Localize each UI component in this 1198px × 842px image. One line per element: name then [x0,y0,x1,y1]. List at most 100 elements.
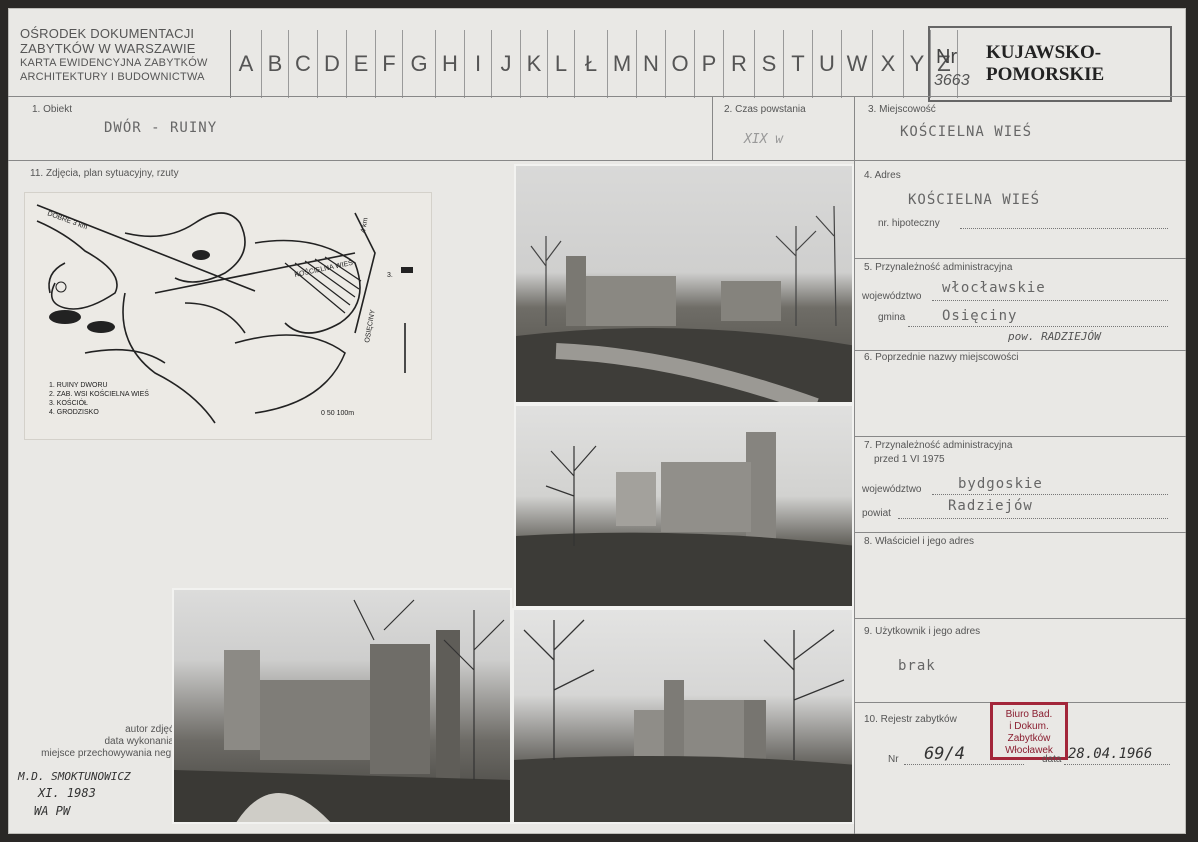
wojewodztwo-label: województwo [862,291,922,302]
rejestr-nr-line [904,764,1024,765]
photo-ruins-2 [514,404,854,608]
site-plan-drawing: DOBRE 3 km KOŚCIELNA WIEŚ OSIĘCINY 4 km … [36,204,413,424]
czas-label: 2. Czas powstania [724,104,806,115]
map-contour [184,302,246,334]
org-line: KARTA EWIDENCYJNA ZABYTKÓW [20,57,208,69]
hipoteczny-label: nr. hipoteczny [878,218,940,229]
poprzednie-label: 6. Poprzednie nazwy miejscowości [864,352,1019,363]
wlasciciel-label: 8. Właściciel i jego adres [864,536,975,547]
index-letter: I [465,30,492,98]
divider [854,436,1186,437]
index-letter: R [724,30,755,98]
photo-ruins-1-drawing [516,205,852,402]
nr-handwritten: 3663 [934,72,970,89]
index-letter: H [436,30,465,98]
map-legend-1: 1. RUINY DWORU [49,382,108,389]
map-contour [36,220,118,310]
index-letter: B [262,30,289,98]
map-mound [49,310,81,324]
adres-label: 4. Adres [864,170,901,181]
index-letter: J [492,30,521,98]
uzytkownik-value: brak [898,658,936,674]
obiekt-value: DWÓR - RUINY [104,120,218,136]
zdjecia-label: 11. Zdjęcia, plan sytuacyjny, rzuty [30,168,179,179]
przynaleznosc-label: 5. Przynależność administracyjna [864,262,1013,273]
divider [854,618,1186,619]
card-number-box: Nr 3663 KUJAWSKO- POMORSKIE [928,26,1172,102]
map-label-osieciny: OSIĘCINY [364,309,377,343]
rejestr-label: 10. Rejestr zabytków [864,714,957,725]
powiat-line [898,518,1168,519]
hipoteczny-line [960,228,1168,229]
stamp-line: Biuro Bad. [1005,709,1053,720]
index-letter: P [695,30,724,98]
institution-header: OŚRODEK DOKUMENTACJI ZABYTKÓW W WARSZAWI… [20,26,230,84]
przyn75-date: przed 1 VI 1975 [874,454,945,465]
rejestr-data-label: data [1042,754,1062,765]
author-name: M.D. SMOKTUNOWICZ [18,770,131,783]
map-contour [48,262,66,294]
index-letter: G [403,30,436,98]
photo-ruins-4 [512,608,854,824]
index-letter: C [289,30,318,98]
map-contour [234,334,346,414]
author-labels: autor zdjęć data wykonania miejsce przec… [34,724,174,760]
wojewodztwo-value: włocławskie [942,280,1046,296]
photo-ruins-3-drawing [174,599,510,822]
index-letter: X [873,30,904,98]
index-letter: M [608,30,637,98]
obiekt-label: 1. Obiekt [32,104,73,115]
author-date: XI. 1983 [38,786,96,800]
rejestr-data-line [1064,764,1170,765]
stamp-line: Zabytków [1007,733,1051,744]
office-stamp: Biuro Bad. i Dokum. Zabytków Włocławek [990,702,1068,760]
miejscowosc-value: KOŚCIELNA WIEŚ [900,124,1033,140]
przyn75-label: 7. Przynależność administracyjna [864,440,1013,451]
index-letter: A [231,30,262,98]
index-letter: Y [904,30,931,98]
index-letter: E [347,30,376,98]
index-letter: O [666,30,695,98]
index-letter: N [637,30,666,98]
photo-ruins-1 [514,164,854,404]
wojewodztwo75-value: bydgoskie [958,476,1043,492]
wojewodztwo-line [932,300,1168,301]
map-marker-3: 3. [387,272,393,279]
map-legend-2: 2. ZAB. WSI KOŚCIELNA WIEŚ [49,389,149,398]
author-label: miejsce przechowywania neg. [41,748,174,759]
divider [8,96,1186,97]
map-mound [87,321,115,333]
photo-ruins-4-drawing [514,619,852,822]
miejscowosc-label: 3. Miejscowość [868,104,936,115]
index-letter: U [813,30,842,98]
rejestr-nr-label: Nr [888,754,899,765]
divider [854,532,1186,533]
adres-value: KOŚCIELNA WIEŚ [908,192,1041,208]
photo-ruins-2-drawing [516,432,852,606]
map-label-km: 4 km [360,217,370,233]
gmina-value: Osięciny [942,308,1018,324]
uzytkownik-label: 9. Użytkownik i jego adres [864,626,981,637]
author-label: autor zdjęć [125,724,174,735]
index-letter: W [842,30,873,98]
index-letter: T [784,30,813,98]
alphabet-index: ABCDEFGHIJKLŁMNOPRSTUWXYZ [230,30,958,98]
wojewodztwo75-line [932,494,1168,495]
rejestr-nr-value: 69/4 [924,744,965,764]
rejestr-data-value: 28.04.1966 [1068,746,1153,762]
map-church-symbol [401,267,413,273]
index-letter: F [376,30,403,98]
gmina-line [908,326,1168,327]
index-letter: D [318,30,347,98]
photo-ruins-3 [172,588,512,824]
map-road [122,292,216,424]
map-contour [84,348,166,364]
map-mound [192,250,210,260]
index-letter: S [755,30,784,98]
index-letter: Ł [575,30,608,98]
stamp-line: i Dokum. [1009,721,1049,732]
map-legend-3: 3. KOŚCIÓŁ [49,398,88,407]
divider [854,258,1186,259]
author-label: data wykonania [104,736,175,747]
gmina-label: gmina [878,312,906,323]
